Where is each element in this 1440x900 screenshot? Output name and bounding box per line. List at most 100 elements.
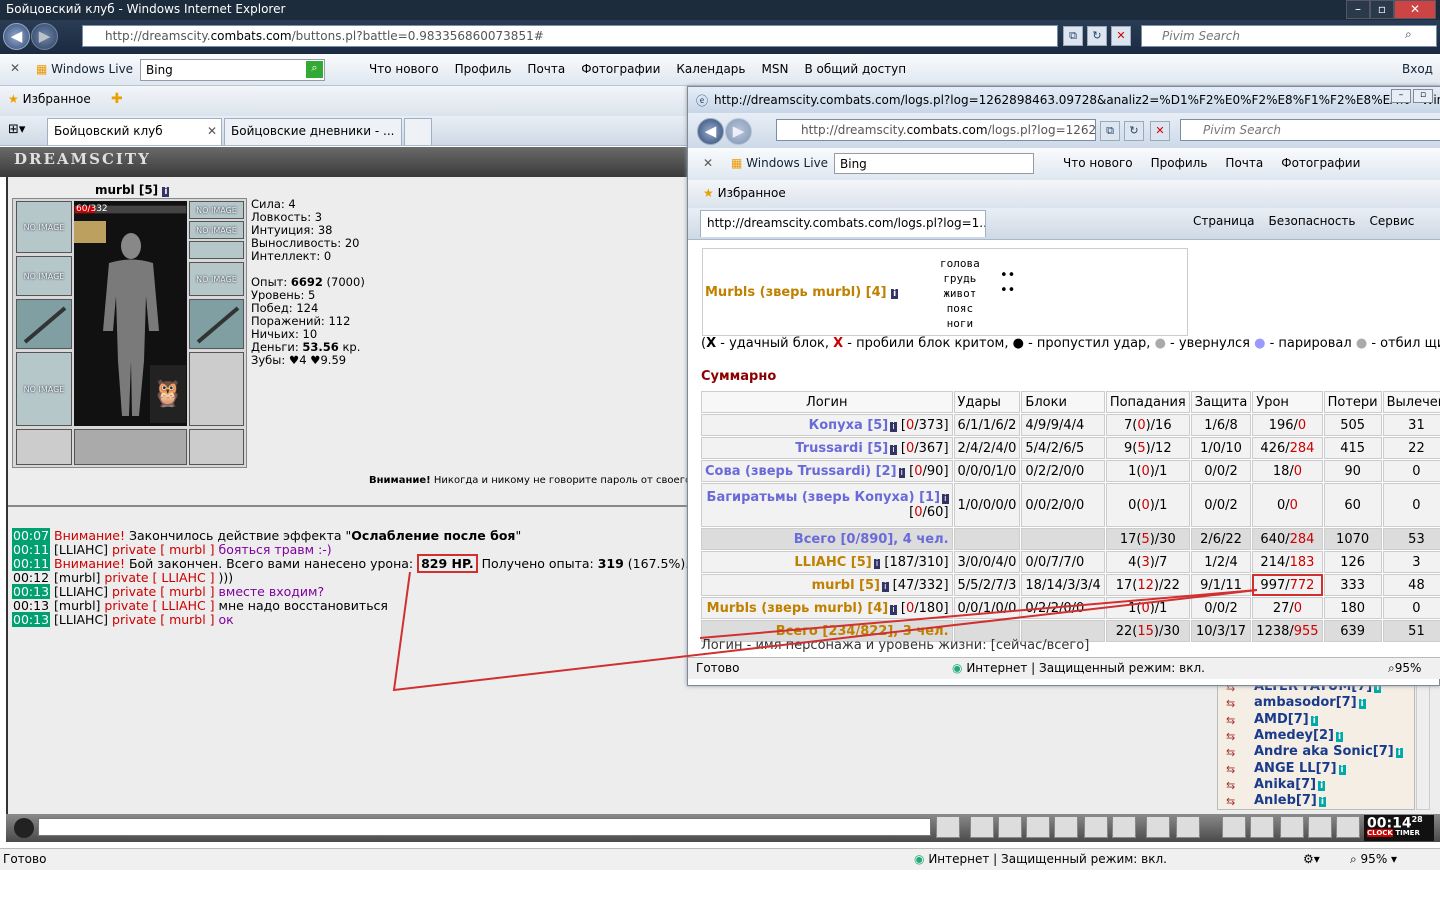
save-icon[interactable] [1026,816,1050,838]
compat-icon[interactable]: ⧉ [1063,26,1083,46]
popup-toolbar-link[interactable]: Почта [1225,156,1263,170]
scroll-icon[interactable] [1250,816,1274,838]
user-info-icon[interactable]: i [1310,715,1318,726]
stop-icon[interactable]: ✕ [1111,26,1131,46]
zoom-control[interactable]: ⌕ 95% ▾ [1350,852,1397,867]
clear-icon[interactable] [970,816,994,838]
popup-bing-field[interactable]: Bing [834,153,1034,174]
close-toolbar-icon[interactable]: ✕ [10,61,20,75]
user-info-icon[interactable]: i [1358,699,1366,710]
player-name[interactable]: Багиратьмы (зверь Копуха) [1] [707,490,940,505]
necklace-slot[interactable]: NO IMAGE [16,256,72,296]
favorites-button[interactable]: ★ Избранное [8,92,91,106]
popup-back-icon[interactable]: ◀ [697,118,724,145]
user-info-icon[interactable]: i [1338,764,1346,775]
popup-refresh-icon[interactable]: ↻ [1124,121,1144,141]
popup-toolbar-link[interactable]: Профиль [1151,156,1208,170]
chat-time[interactable]: 00:13 [12,584,51,599]
bing-go-icon[interactable]: ⌕ [306,61,323,78]
chat-time[interactable]: 00:12 [12,570,50,585]
chat-mode-icon[interactable] [14,818,34,838]
chat-input[interactable] [38,818,931,836]
armor-slot[interactable]: NO IMAGE [16,352,72,426]
player-name[interactable]: LLIAHC [5] [794,555,871,570]
bing-search-field[interactable]: Bing [140,59,325,81]
popup-windows-live-link[interactable]: ▦ Windows Live [731,156,828,170]
user-list-scrollbar[interactable] [1416,682,1430,810]
player-name[interactable]: Сова (зверь Trussardi) [2] [705,464,897,479]
windows-live-link[interactable]: ▦ Windows Live [36,62,133,76]
player-name[interactable]: Копуха [5] [809,418,889,433]
toolbar-link[interactable]: Профиль [455,62,512,76]
exit-icon[interactable] [1336,816,1360,838]
user-name[interactable]: Amedey[2] i [1254,728,1344,743]
potion-icon[interactable] [1222,816,1246,838]
mask-icon[interactable] [1176,816,1200,838]
toolbar-link[interactable]: MSN [762,62,789,76]
gloves-slot[interactable]: NO IMAGE [189,262,244,296]
popup-tab-log[interactable]: http://dreamscity.combats.com/logs.pl?lo… [700,210,986,237]
effect-icon[interactable] [74,221,106,243]
user-name[interactable]: ambasodor[7] i [1254,695,1366,710]
earring-slot[interactable]: NO IMAGE [189,201,244,219]
search-input[interactable]: Pivim Search [1141,25,1437,47]
legs-slot[interactable] [189,352,244,426]
user-name[interactable]: Andre aka Sonic[7] i [1254,744,1403,759]
popup-toolbar-link[interactable]: Фотографии [1281,156,1360,170]
smile-icon[interactable] [1112,816,1136,838]
popup-close-toolbar-icon[interactable]: ✕ [703,156,713,170]
chat-time[interactable]: 00:07 [12,528,51,543]
popup-search-input[interactable]: Pivim Search [1180,119,1440,141]
popup-favorites-button[interactable]: ★ Избранное [703,186,786,200]
toolbar-link[interactable]: В общий доступ [804,62,906,76]
user-name[interactable]: Anleb[7] i [1254,793,1326,808]
new-tab-button[interactable] [404,118,432,145]
belt-slot[interactable] [16,429,72,465]
popup-forward-icon[interactable]: ▶ [725,118,752,145]
chat-time[interactable]: 00:13 [12,612,51,627]
popup-maximize[interactable]: ▫ [1413,89,1433,103]
tab-fight-club[interactable]: Бойцовский клуб ✕ [47,118,222,145]
send-icon[interactable] [936,816,960,838]
rings-slot[interactable] [189,241,244,259]
popup-compat-icon[interactable]: ⧉ [1100,121,1120,141]
stone-icon[interactable] [1280,816,1304,838]
close-button[interactable]: ✕ [1394,0,1436,19]
quick-tabs-icon[interactable]: ⊞▾ [8,122,25,137]
chat-time[interactable]: 00:13 [12,598,50,613]
player-name[interactable]: Murbls (зверь murbl) [4] [707,601,889,616]
popup-menu-item[interactable]: Страница [1193,214,1255,228]
address-bar[interactable]: http://dreamscity.combats.com/buttons.pl… [82,25,1058,47]
forward-icon[interactable]: ▶ [31,23,58,50]
user-info-icon[interactable]: i [1395,748,1403,759]
fight-icon[interactable] [1054,816,1078,838]
popup-address-bar[interactable]: http://dreamscity.combats.com/logs.pl?lo… [776,119,1096,141]
helmet-slot[interactable]: NO IMAGE [16,201,72,253]
user-info-icon[interactable]: i [1318,797,1326,808]
toolbar-link[interactable]: Календарь [676,62,745,76]
chat-time[interactable]: 00:11 [12,542,51,557]
tab-fight-diaries[interactable]: Бойцовские дневники - ... [224,118,402,145]
face-icon[interactable] [1146,816,1170,838]
info-icon[interactable]: i [942,494,949,504]
boots-slot[interactable] [189,429,244,465]
toolbar-link[interactable]: Почта [527,62,565,76]
back-icon[interactable]: ◀ [3,23,30,50]
map-icon[interactable] [1084,816,1108,838]
add-favorite-icon[interactable]: ✚ [111,91,123,107]
player-name[interactable]: murbl [5] [812,578,880,593]
popup-menu-item[interactable]: Безопасность [1269,214,1356,228]
chat-time[interactable]: 00:11 [12,556,51,571]
toolbar-link[interactable]: Что нового [369,62,439,76]
belt-items-slot[interactable] [74,429,187,465]
user-name[interactable]: AMD[7] i [1254,712,1318,727]
search-icon[interactable]: ⌕ [1405,27,1412,42]
popup-toolbar-link[interactable]: Что нового [1063,156,1133,170]
player-name[interactable]: Всего [234/822], 3 чел. [776,624,949,639]
user-info-icon[interactable]: i [1318,780,1326,791]
ring-slot[interactable]: NO IMAGE [189,221,244,239]
user-name[interactable]: ANGE LL[7] i [1254,761,1346,776]
protected-mode-icon[interactable]: ⚙▾ [1303,852,1320,866]
popup-zoom-control[interactable]: ⌕95% [1388,661,1421,676]
login-link[interactable]: Вход [1402,62,1433,76]
